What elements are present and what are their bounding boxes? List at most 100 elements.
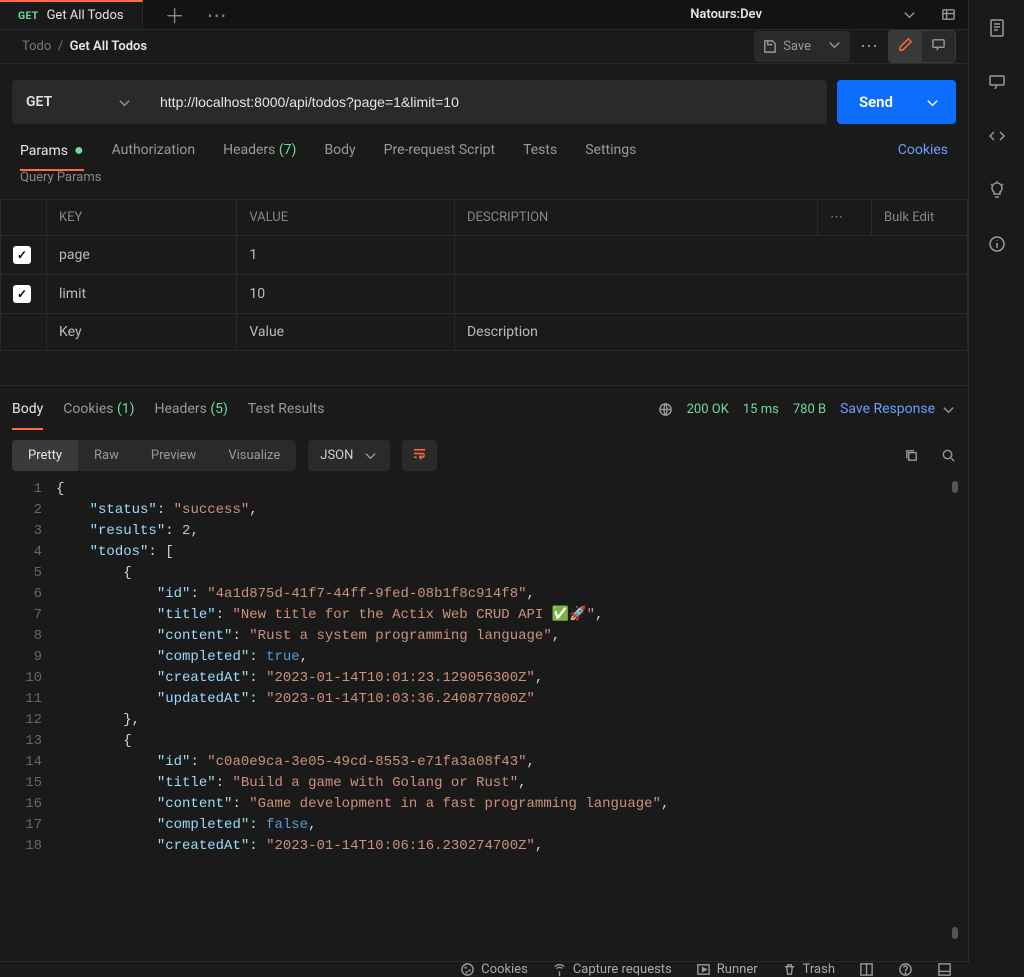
scrollbar-thumb[interactable] <box>952 927 958 939</box>
resp-tab-body[interactable]: Body <box>12 401 43 417</box>
tab-tests[interactable]: Tests <box>523 142 557 158</box>
table-row: ✓ page 1 <box>1 236 968 275</box>
url-row: GET Send <box>0 64 968 140</box>
status-bar: Cookies Capture requests Runner Trash <box>0 961 968 977</box>
tab-title: Get All Todos <box>47 8 124 23</box>
method-label: GET <box>26 94 52 110</box>
col-value: VALUE <box>237 200 455 236</box>
tab-headers[interactable]: Headers (7) <box>223 142 296 158</box>
col-key: KEY <box>47 200 237 236</box>
param-desc[interactable] <box>454 236 967 275</box>
response-tabs: Body Cookies (1) Headers (5) Test Result… <box>0 386 968 432</box>
chevron-down-icon <box>902 7 917 22</box>
save-icon <box>762 39 777 54</box>
trash-icon <box>782 962 797 977</box>
table-header-row: KEY VALUE DESCRIPTION ⋯ Bulk Edit <box>1 200 968 236</box>
save-response-button[interactable]: Save Response <box>840 401 956 417</box>
chevron-down-icon <box>827 37 842 52</box>
resp-tab-testresults[interactable]: Test Results <box>248 401 325 417</box>
chevron-down-icon <box>941 402 956 417</box>
row-checkbox[interactable]: ✓ <box>1 275 47 314</box>
response-body[interactable]: 123456789101112131415161718 { "status": … <box>0 479 968 961</box>
antenna-icon <box>552 962 567 977</box>
view-preview[interactable]: Preview <box>135 440 212 471</box>
view-pretty[interactable]: Pretty <box>12 440 78 471</box>
tab-more-icon[interactable]: ⋯ <box>207 3 227 27</box>
panel-icon[interactable] <box>937 962 952 977</box>
save-button[interactable]: Save <box>754 31 819 62</box>
format-label: JSON <box>320 448 353 463</box>
bottom-runner[interactable]: Runner <box>696 962 758 977</box>
code-icon[interactable] <box>987 126 1007 146</box>
response-time: 15 ms <box>743 402 779 417</box>
cookies-link[interactable]: Cookies <box>898 142 948 158</box>
copy-icon[interactable] <box>904 448 919 463</box>
tab-settings[interactable]: Settings <box>585 142 636 158</box>
tab-body[interactable]: Body <box>324 142 355 158</box>
tab-bar: GET Get All Todos ＋ ⋯ Natours:Dev <box>0 0 968 30</box>
param-desc-placeholder[interactable]: Description <box>454 314 967 351</box>
param-key[interactable]: limit <box>47 275 237 314</box>
tab-prerequest[interactable]: Pre-request Script <box>384 142 495 158</box>
globe-icon[interactable] <box>658 402 673 417</box>
documentation-icon[interactable] <box>987 18 1007 38</box>
breadcrumb-collection[interactable]: Todo <box>22 39 51 54</box>
row-checkbox[interactable]: ✓ <box>1 236 47 275</box>
bottom-cookies[interactable]: Cookies <box>460 962 528 977</box>
param-value[interactable]: 10 <box>237 275 455 314</box>
help-icon[interactable] <box>898 962 913 977</box>
tab-authorization[interactable]: Authorization <box>112 142 195 158</box>
save-chevron[interactable] <box>819 31 850 62</box>
response-section: Body Cookies (1) Headers (5) Test Result… <box>0 385 968 961</box>
environment-name: Natours:Dev <box>690 7 762 22</box>
url-input[interactable] <box>146 80 827 124</box>
environment-quicklook-icon[interactable] <box>941 7 956 22</box>
resp-tab-headers[interactable]: Headers (5) <box>155 401 228 417</box>
lightbulb-icon[interactable] <box>987 180 1007 200</box>
param-key[interactable]: page <box>47 236 237 275</box>
view-mode-segment: Pretty Raw Preview Visualize <box>12 440 296 471</box>
scrollbar-thumb[interactable] <box>952 481 958 493</box>
info-icon[interactable] <box>987 234 1007 254</box>
layout-icon[interactable] <box>859 962 874 977</box>
param-key-placeholder[interactable]: Key <box>47 314 237 351</box>
new-tab-icon[interactable]: ＋ <box>165 0 185 29</box>
table-row: ✓ limit 10 <box>1 275 968 314</box>
view-row: Pretty Raw Preview Visualize JSON <box>0 432 968 479</box>
bottom-trash[interactable]: Trash <box>782 962 835 977</box>
comment-icon[interactable] <box>922 31 955 62</box>
response-size: 780 B <box>793 402 826 417</box>
wrap-lines-icon[interactable] <box>402 440 437 471</box>
chevron-down-icon <box>925 95 940 110</box>
comments-icon[interactable] <box>987 72 1007 92</box>
edit-icon[interactable] <box>889 31 922 62</box>
tab-params[interactable]: Params ● <box>20 140 84 160</box>
bulk-edit-button[interactable]: Bulk Edit <box>872 200 968 236</box>
format-select[interactable]: JSON <box>308 440 390 471</box>
param-value[interactable]: 1 <box>237 236 455 275</box>
more-actions-icon[interactable]: ⋯ <box>860 36 878 57</box>
param-value-placeholder[interactable]: Value <box>237 314 455 351</box>
search-icon[interactable] <box>941 448 956 463</box>
environment-selector[interactable]: Natours:Dev <box>678 1 929 29</box>
send-label: Send <box>859 93 893 111</box>
cookie-icon <box>460 962 475 977</box>
view-mode-toggle <box>888 30 956 63</box>
status-code: 200 OK <box>687 402 729 417</box>
resp-tab-cookies[interactable]: Cookies (1) <box>63 401 134 417</box>
request-header: Todo / Get All Todos Save ⋯ <box>0 30 968 64</box>
param-desc[interactable] <box>454 275 967 314</box>
col-desc: DESCRIPTION <box>454 200 817 236</box>
request-tabs: Params ● Authorization Headers (7) Body … <box>0 140 968 160</box>
chevron-down-icon <box>117 95 132 110</box>
col-more-icon[interactable]: ⋯ <box>818 200 872 236</box>
chevron-down-icon <box>363 448 378 463</box>
right-rail <box>968 0 1024 963</box>
view-raw[interactable]: Raw <box>78 440 135 471</box>
send-button[interactable]: Send <box>837 80 956 124</box>
method-select[interactable]: GET <box>12 80 146 124</box>
view-visualize[interactable]: Visualize <box>212 440 296 471</box>
open-tab[interactable]: GET Get All Todos <box>0 0 143 29</box>
params-table: KEY VALUE DESCRIPTION ⋯ Bulk Edit ✓ page… <box>0 199 968 351</box>
bottom-capture[interactable]: Capture requests <box>552 962 672 977</box>
